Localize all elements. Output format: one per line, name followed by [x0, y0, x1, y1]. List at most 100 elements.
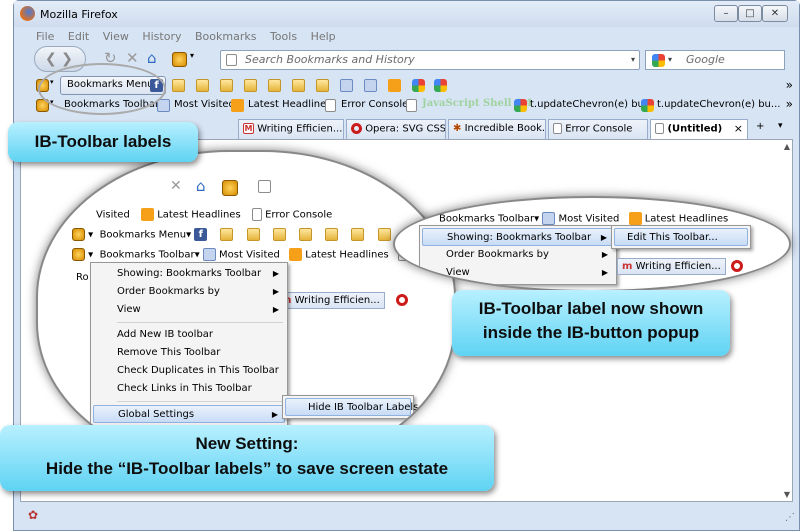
tab-close-icon[interactable]: ×	[734, 122, 743, 135]
menu-item-order[interactable]: Order Bookmarks by ▶	[422, 246, 614, 264]
folder-icon[interactable]	[196, 79, 209, 92]
most-visited-text: Visited	[96, 209, 130, 221]
zoom-side-text: Ro	[76, 272, 89, 283]
toolbar-chevron[interactable]: »	[786, 97, 793, 111]
folder-icon[interactable]	[220, 79, 233, 92]
folder-icon	[246, 228, 260, 241]
submenu-arrow-icon: ▶	[601, 268, 608, 277]
url-dropdown-icon[interactable]: ▾	[631, 51, 635, 69]
url-bar[interactable]: Search Bookmarks and History ▾	[220, 50, 640, 70]
update-chevron-link[interactable]: t.updateChevron(e) bu...	[657, 99, 780, 110]
opera-icon	[731, 260, 743, 272]
tab-label: Writing Efficien...	[257, 123, 343, 135]
toolbar-chevron[interactable]: »	[786, 78, 793, 92]
facebook-icon: f	[194, 228, 208, 241]
menu-item-label: Order Bookmarks by	[446, 249, 549, 260]
folder-icon[interactable]	[172, 79, 185, 92]
menu-item-global-settings[interactable]: Global Settings ▶	[93, 405, 285, 423]
tab-label: (Untitled)	[667, 123, 723, 135]
engine-dropdown-icon[interactable]: ▾	[668, 51, 672, 69]
home-icon[interactable]: ⌂	[147, 49, 157, 67]
menu-item-remove-toolbar[interactable]: Remove This Toolbar	[93, 344, 285, 362]
menu-edit[interactable]: Edit	[68, 30, 89, 43]
page-icon	[258, 180, 271, 193]
stop-icon: ✕	[170, 178, 182, 194]
folder-icon	[272, 228, 286, 241]
search-bar[interactable]: ▾ Google	[645, 50, 785, 70]
menu-item-label: Showing: Bookmarks Toolbar	[447, 232, 592, 243]
menu-help[interactable]: Help	[311, 30, 336, 43]
ib-button-icon	[72, 228, 85, 241]
submenu-arrow-icon: ▶	[272, 287, 279, 296]
rss-icon	[141, 208, 154, 221]
callout-text: Hide the “IB-Toolbar labels” to save scr…	[45, 459, 449, 478]
tab-incredible[interactable]: ✱ Incredible Book...	[448, 119, 546, 139]
folder-icon[interactable]	[292, 79, 305, 92]
scrollbar-down-icon[interactable]: ▼	[784, 490, 790, 499]
tab-scroll-icon[interactable]: +	[756, 121, 764, 132]
menu-file[interactable]: File	[36, 30, 54, 43]
submenu-arrow-icon: ▶	[600, 233, 607, 242]
menu-item-label: Order Bookmarks by	[117, 286, 220, 297]
zoom-tab: m Writing Efficien...	[276, 292, 385, 309]
zoom-lens-right: Bookmarks Toolbar▾ Most Visited Latest H…	[393, 196, 791, 292]
menu-bookmarks[interactable]: Bookmarks	[195, 30, 256, 43]
menu-item-label: View	[117, 304, 141, 315]
update-chevron-link[interactable]: t.updateChevron(e) bu...	[530, 99, 653, 110]
folder-icon	[299, 228, 313, 241]
tab-error-console[interactable]: Error Console	[548, 119, 648, 139]
bookmark-icon[interactable]	[364, 79, 377, 92]
maximize-button[interactable]: □	[738, 5, 762, 22]
bookmark-icon[interactable]	[340, 79, 353, 92]
menu-item-showing[interactable]: Showing: Bookmarks Toolbar ▶	[422, 228, 614, 246]
menu-item-edit-toolbar[interactable]: Edit This Toolbar...	[614, 228, 748, 246]
google-icon[interactable]	[412, 79, 425, 92]
tab-list-icon[interactable]: ▾	[778, 121, 783, 131]
folder-icon[interactable]	[316, 79, 329, 92]
close-button[interactable]: ✕	[762, 5, 788, 22]
menu-item-view[interactable]: View ▶	[93, 301, 285, 319]
error-console-text: Error Console	[265, 209, 333, 221]
menu-bar: File Edit View History Bookmarks Tools H…	[36, 30, 346, 43]
most-visited-link[interactable]: Most Visited	[174, 99, 235, 110]
google-icon[interactable]	[652, 54, 665, 67]
rss-icon	[628, 212, 642, 225]
minimize-button[interactable]: –	[714, 5, 738, 22]
rss-icon[interactable]	[388, 79, 401, 92]
scrollbar-up-icon[interactable]: ▲	[784, 142, 790, 151]
folder-icon[interactable]	[268, 79, 281, 92]
bookmarks-toolbar-text: Bookmarks Toolbar	[99, 249, 195, 261]
zoom-lens-left: ✕ ⌂ Visited Latest Headlines Error Conso…	[36, 150, 456, 470]
menu-item-check-links[interactable]: Check Links in This Toolbar	[93, 380, 285, 398]
folder-icon	[351, 228, 365, 241]
google-icon	[514, 99, 527, 112]
menu-history[interactable]: History	[142, 30, 181, 43]
menu-view[interactable]: View	[103, 30, 129, 43]
menu-item-label: Check Duplicates in This Toolbar	[117, 365, 279, 376]
zoom-row-1: Visited Latest Headlines Error Console	[96, 208, 332, 221]
submenu-arrow-icon: ▶	[271, 410, 278, 419]
home-icon: ⌂	[196, 177, 206, 195]
zoom-row-3: ▾ Bookmarks Toolbar▾ Most Visited Latest…	[72, 248, 408, 261]
tab-opera[interactable]: Opera: SVG CSS...	[346, 119, 446, 139]
menu-item-add-toolbar[interactable]: Add New IB toolbar	[93, 326, 285, 344]
google-icon[interactable]	[434, 79, 447, 92]
ib-dropdown-icon[interactable]: ▾	[190, 51, 194, 60]
ib-button-icon[interactable]	[172, 52, 187, 67]
menu-item-hide-labels[interactable]: Hide IB Toolbar Labels	[285, 398, 418, 416]
menu-tools[interactable]: Tools	[270, 30, 297, 43]
tab-untitled[interactable]: (Untitled) ×	[650, 119, 748, 139]
menu-item-check-duplicates[interactable]: Check Duplicates in This Toolbar	[93, 362, 285, 380]
resize-grip-icon[interactable]: ⋰	[785, 512, 795, 523]
tab-label: Opera: SVG CSS...	[365, 123, 446, 135]
error-console-link[interactable]: Error Console	[341, 99, 408, 110]
page-icon	[325, 99, 336, 112]
menu-item-view[interactable]: View ▶	[422, 264, 614, 282]
menu-item-showing[interactable]: Showing: Bookmarks Toolbar ▶	[93, 265, 285, 283]
latest-headlines-link[interactable]: Latest Headlines	[248, 99, 332, 110]
google-icon	[641, 99, 654, 112]
tab-writing[interactable]: M Writing Efficien...	[238, 119, 344, 139]
menu-item-order[interactable]: Order Bookmarks by ▶	[93, 283, 285, 301]
submenu-arrow-icon: ▶	[272, 305, 279, 314]
folder-icon[interactable]	[244, 79, 257, 92]
